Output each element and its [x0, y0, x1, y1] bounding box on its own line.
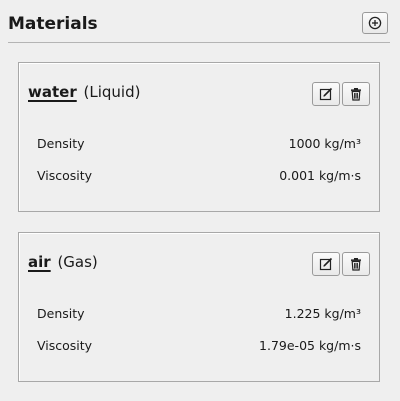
delete-material-button[interactable] [342, 82, 370, 106]
property-label: Density [37, 306, 85, 321]
edit-material-button[interactable] [312, 252, 340, 276]
panel-header: Materials [8, 12, 390, 43]
edit-icon [319, 87, 333, 101]
edit-icon [319, 257, 333, 271]
trash-icon [351, 88, 361, 101]
property-row-viscosity: Viscosity 1.79e-05 kg/m·s [37, 338, 361, 356]
material-card: water (Liquid) Density 1000 kg/m³ Viscos… [18, 62, 380, 212]
material-card: air (Gas) Density 1.225 kg/m³ Viscosity … [18, 232, 380, 382]
material-heading: water (Liquid) [28, 83, 140, 101]
plus-circle-icon [368, 16, 382, 30]
material-phase: (Gas) [57, 253, 98, 271]
property-value: 0.001 kg/m·s [279, 168, 361, 183]
material-heading: air (Gas) [28, 253, 98, 271]
property-label: Viscosity [37, 168, 93, 183]
property-row-viscosity: Viscosity 0.001 kg/m·s [37, 168, 361, 186]
property-value: 1.79e-05 kg/m·s [259, 338, 361, 353]
panel-title: Materials [8, 14, 98, 34]
material-phase: (Liquid) [83, 83, 141, 101]
materials-panel: Materials water (Liquid) Density 1000 kg… [0, 0, 400, 401]
material-name-link[interactable]: water [28, 83, 77, 101]
trash-icon [351, 258, 361, 271]
property-label: Density [37, 136, 85, 151]
material-name-link[interactable]: air [28, 253, 51, 271]
delete-material-button[interactable] [342, 252, 370, 276]
property-value: 1000 kg/m³ [288, 136, 361, 151]
add-material-button[interactable] [362, 12, 388, 34]
property-row-density: Density 1000 kg/m³ [37, 136, 361, 154]
property-label: Viscosity [37, 338, 93, 353]
property-row-density: Density 1.225 kg/m³ [37, 306, 361, 324]
edit-material-button[interactable] [312, 82, 340, 106]
property-value: 1.225 kg/m³ [284, 306, 361, 321]
